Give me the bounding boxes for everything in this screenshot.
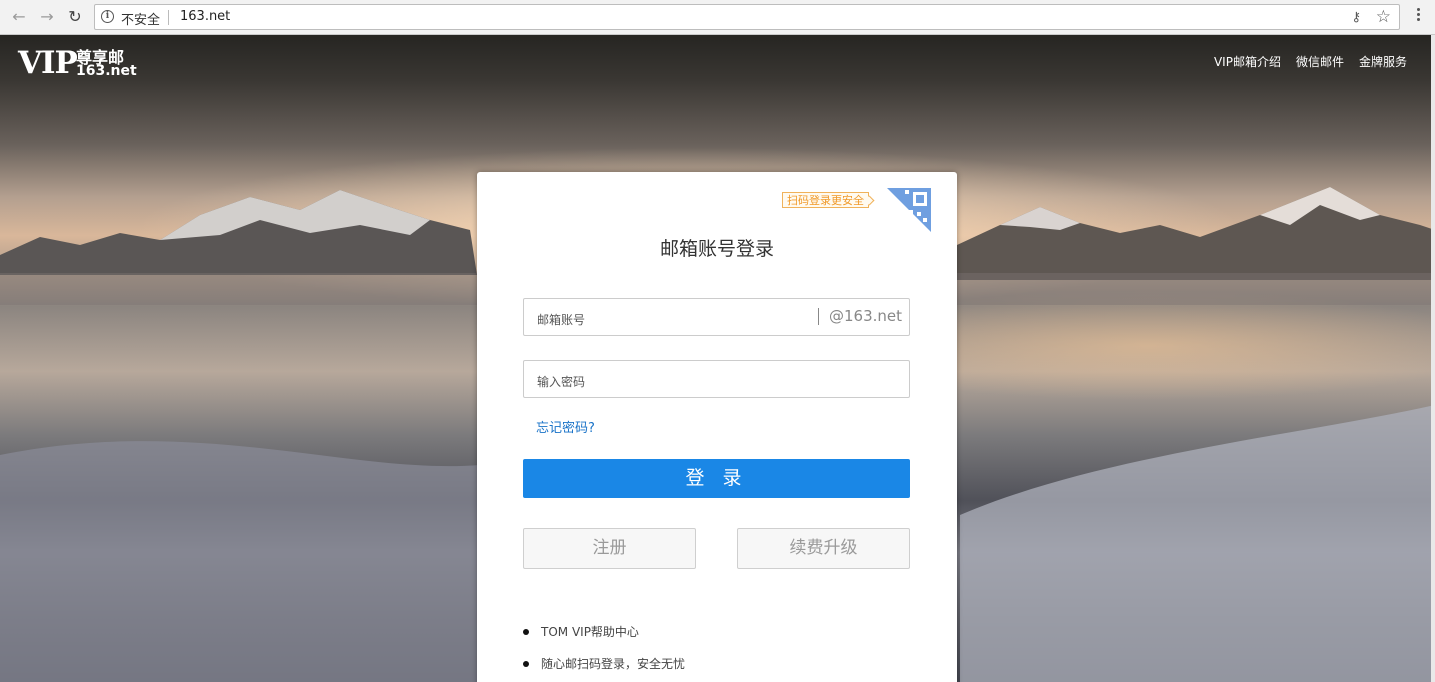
qr-login-link[interactable]: 随心邮扫码登录，安全无忧 bbox=[523, 654, 685, 682]
account-input[interactable]: 邮箱账号 @163.net bbox=[523, 298, 910, 336]
qr-login-tip[interactable]: 扫码登录更安全 bbox=[782, 192, 869, 208]
password-input[interactable]: 输入密码 bbox=[523, 360, 910, 398]
nav-gold-service[interactable]: 金牌服务 bbox=[1359, 53, 1407, 70]
menu-icon[interactable] bbox=[1411, 8, 1425, 28]
renew-upgrade-button[interactable]: 续费升级 bbox=[737, 528, 910, 569]
suffix-divider bbox=[818, 308, 819, 325]
reload-icon[interactable]: ↻ bbox=[64, 6, 86, 28]
account-placeholder: 邮箱账号 bbox=[537, 313, 586, 327]
forward-icon[interactable]: → bbox=[36, 6, 58, 28]
url-text[interactable]: 163.net bbox=[180, 9, 230, 24]
browser-toolbar: ← → ↻ i 不安全 163.net ⚷ ☆ bbox=[0, 0, 1435, 35]
login-title: 邮箱账号登录 bbox=[659, 238, 774, 260]
back-icon[interactable]: ← bbox=[8, 6, 30, 28]
address-bar[interactable]: i 不安全 163.net ⚷ ☆ bbox=[94, 4, 1400, 30]
login-card: 扫码登录更安全 邮箱账号登录 邮箱账号 @163.net 输入密码 忘记密码? … bbox=[477, 172, 957, 682]
password-placeholder: 输入密码 bbox=[537, 375, 586, 389]
nav-wechat-mail[interactable]: 微信邮件 bbox=[1296, 53, 1344, 70]
forgot-password-link[interactable]: 忘记密码? bbox=[536, 417, 595, 436]
help-links: TOM VIP帮助中心 随心邮扫码登录，安全无忧 bbox=[523, 622, 685, 682]
logo-domain: 163.net bbox=[76, 63, 137, 79]
login-button[interactable]: 登 录 bbox=[523, 459, 910, 498]
security-label[interactable]: 不安全 bbox=[121, 9, 160, 28]
scrollbar[interactable] bbox=[1431, 35, 1435, 682]
info-icon[interactable]: i bbox=[101, 10, 114, 23]
bookmark-star-icon[interactable]: ☆ bbox=[1376, 7, 1391, 27]
help-center-link[interactable]: TOM VIP帮助中心 bbox=[523, 622, 685, 654]
nav-vip-intro[interactable]: VIP邮箱介绍 bbox=[1214, 53, 1281, 70]
divider bbox=[168, 10, 169, 25]
key-icon[interactable]: ⚷ bbox=[1351, 10, 1361, 25]
register-button[interactable]: 注册 bbox=[523, 528, 696, 569]
logo-vip-text: VIP bbox=[18, 45, 78, 81]
qr-code-icon[interactable] bbox=[887, 188, 931, 232]
top-nav: VIP邮箱介绍 微信邮件 金牌服务 bbox=[1214, 53, 1407, 70]
domain-suffix: @163.net bbox=[828, 307, 902, 325]
page-background: VIP 尊享邮 163.net VIP邮箱介绍 微信邮件 金牌服务 扫码登录更安… bbox=[0, 35, 1435, 682]
